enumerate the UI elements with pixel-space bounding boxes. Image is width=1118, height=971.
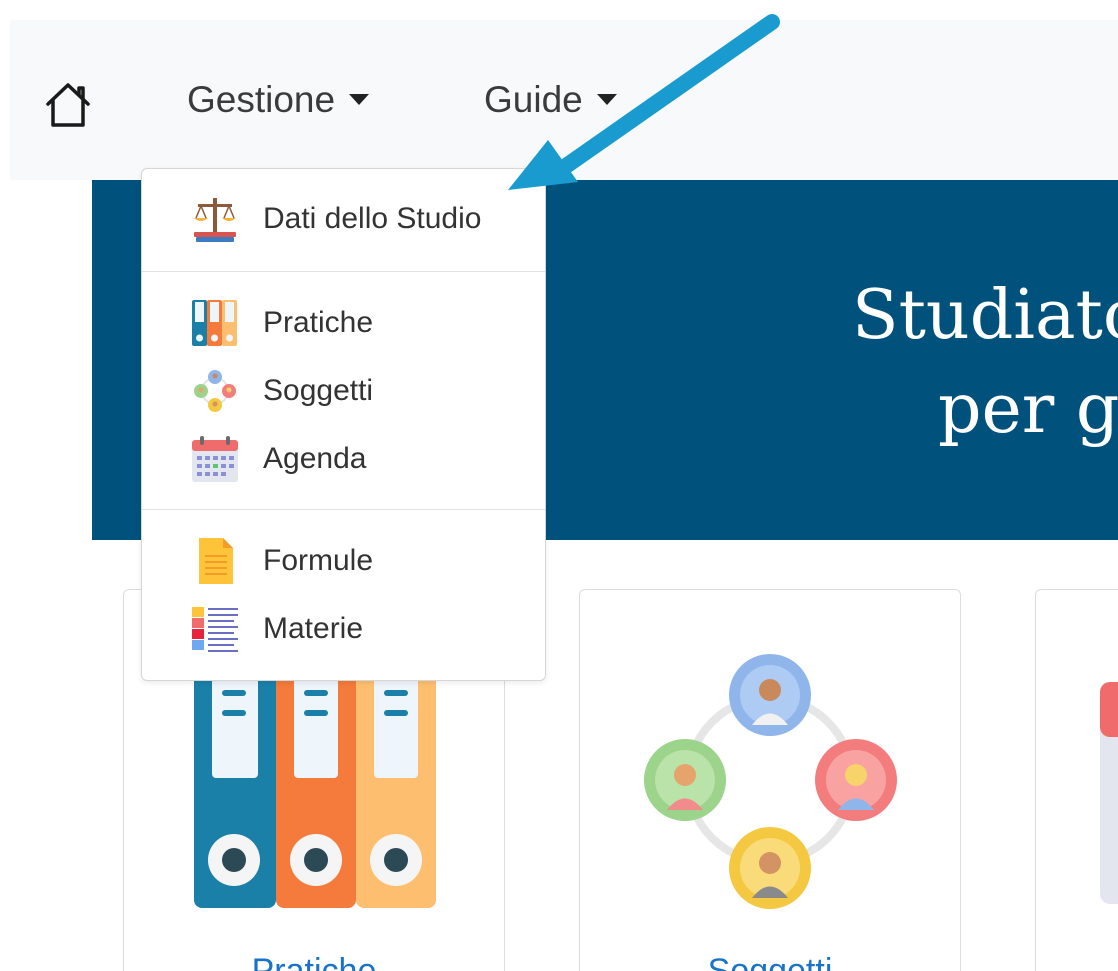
menu-item-label: Dati dello Studio (263, 202, 482, 235)
menu-item-soggetti[interactable]: Soggetti (142, 363, 545, 419)
calendar-icon (1100, 682, 1118, 904)
card-agenda-partial[interactable] (1035, 589, 1118, 971)
home-icon (46, 83, 90, 127)
nav-gestione-dropdown[interactable]: Gestione (187, 78, 370, 122)
binders-icon (192, 300, 237, 346)
menu-divider (142, 509, 545, 510)
scales-icon (194, 198, 236, 242)
card-soggetti-link[interactable]: Soggetti (580, 952, 960, 971)
page: Gestione Guide Studiato per g Pratiche S… (0, 0, 1118, 971)
card-pratiche-link[interactable]: Pratiche (124, 952, 504, 971)
menu-item-pratiche[interactable]: Pratiche (142, 295, 545, 351)
people-network-icon (194, 370, 236, 412)
gestione-dropdown-menu: Dati dello Studio Pratiche Soggetti Agen… (141, 168, 546, 681)
menu-item-label: Soggetti (263, 374, 374, 407)
menu-item-label: Pratiche (263, 306, 374, 339)
hero-subtitle: per g (938, 370, 1118, 449)
people-network-icon (644, 654, 897, 909)
menu-item-formule[interactable]: Formule (142, 533, 545, 589)
card-soggetti[interactable]: Soggetti (579, 589, 961, 971)
menu-item-label: Agenda (263, 442, 367, 475)
hero-title: Studiato (852, 276, 1118, 355)
menu-item-dati-studio[interactable]: Dati dello Studio (142, 191, 545, 247)
calendar-icon (192, 436, 238, 482)
nav-guide-dropdown[interactable]: Guide (484, 78, 617, 122)
menu-divider (142, 271, 545, 272)
home-button[interactable] (42, 80, 94, 130)
nav-gestione-label: Gestione (187, 79, 336, 120)
menu-item-label: Formule (263, 544, 374, 577)
nav-guide-label: Guide (484, 79, 583, 120)
document-icon (199, 538, 233, 584)
menu-item-agenda[interactable]: Agenda (142, 431, 545, 487)
caret-down-icon (349, 93, 370, 105)
menu-item-label: Materie (263, 612, 364, 645)
caret-down-icon (596, 93, 617, 105)
list-icon (192, 607, 238, 652)
menu-item-materie[interactable]: Materie (142, 601, 545, 657)
